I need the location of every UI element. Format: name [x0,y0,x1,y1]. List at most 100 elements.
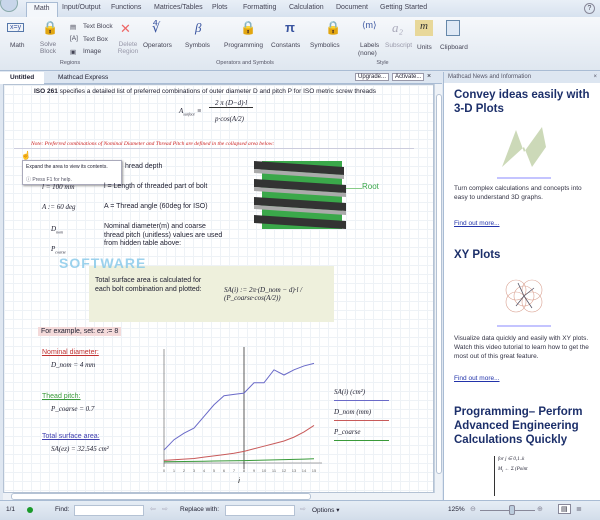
find-prev-icon[interactable]: ⇦ [150,505,156,513]
help-button[interactable]: ? [584,3,595,14]
series-line [163,425,315,461]
units-button[interactable]: Units [417,44,432,51]
legend-entry: SA(i) (cm²) [334,385,389,401]
replace-input[interactable] [225,505,295,516]
replace-icon[interactable]: ⇨ [300,505,306,513]
total-area-label: Total surface area: [42,433,100,440]
example-setting: For example, set: ez := 8 [38,327,122,336]
solve-block-button[interactable]: Solve Block [38,41,58,55]
x-tick-label: 15 [312,468,317,473]
watermark-logo: SOFTWARE [59,255,147,271]
scroll-thumb[interactable] [436,94,442,474]
clipboard-button[interactable]: Clipboard [440,44,468,51]
horizontal-scrollbar[interactable] [3,493,442,500]
page-view-icon[interactable]: ▤ [558,504,571,514]
zoom-slider[interactable] [480,510,535,511]
programming-thumbnail: for j ∈ 0,1..k Mi ← Σ (Point [494,456,554,496]
symbols-button[interactable]: Symbols [185,42,210,49]
news-text: Turn complex calculations and concepts i… [454,185,582,201]
nominal-diameter-value: D_nom = 4 mm [51,361,96,369]
total-area-value: SA(ez) = 32.545 cm² [51,445,109,453]
tab-functions[interactable]: Functions [111,4,141,11]
find-input[interactable] [74,505,144,516]
pi-icon: π [285,20,295,35]
programming-button[interactable]: Programming [224,42,263,49]
ribbon: x=y Math 🔒 Solve Block ▤ Text Block [A] Te… [0,17,600,71]
tab-formatting[interactable]: Formatting [243,4,276,11]
labels-button[interactable]: Labels [360,42,379,49]
news-heading: Programming– Perform Advanced Engineerin… [454,406,583,446]
group-regions: Regions [59,60,81,66]
find-out-more-link[interactable]: Find out more... [454,220,500,227]
activate-button[interactable]: Activate... [392,73,425,81]
labels-select[interactable]: (none) [358,50,377,57]
panel-title: Mathcad News and Information × [444,72,600,83]
close-icon[interactable]: × [427,73,431,80]
tab-mathcad-express[interactable]: Mathcad Express [58,74,108,81]
constants-button[interactable]: Constants [271,42,300,49]
subscript-icon: a₂ [392,20,404,35]
math-button[interactable]: Math [10,42,24,49]
text-block-icon: ▤ [70,24,77,31]
image-button[interactable]: Image [83,48,101,55]
image-icon: ▣ [70,49,77,56]
scroll-thumb[interactable] [11,493,311,500]
find-out-more-link[interactable]: Find out more... [454,375,500,382]
news-panel: Mathcad News and Information × Convey ide… [443,72,600,500]
options-button[interactable]: Options ▾ [312,506,339,514]
x-tick-label: 1 [173,468,176,473]
vertical-scrollbar[interactable] [434,84,442,493]
zoom-out-button[interactable]: ⊖ [470,505,476,513]
operators-button[interactable]: Operators [143,42,172,49]
plot-legend: SA(i) (cm²) D_nom (mm) P_coarse [334,385,389,445]
operators-icon: ∜ [152,20,161,35]
formula-denominator: p·cos(A/2) [215,115,244,123]
find-next-icon[interactable]: ⇨ [162,505,168,513]
x-tick-label: 5 [213,468,216,473]
zoom-slider-thumb[interactable] [509,505,515,515]
A-description: A = Thread angle (60deg for ISO) [104,203,208,210]
text-box-icon: [A] [70,35,78,42]
tab-math[interactable]: Math [26,2,58,17]
upgrade-button[interactable]: Upgrade... [355,73,390,81]
tooltip-text: Expand the area to view its contents. [26,164,108,170]
sa-description: Total surface area is calculated for eac… [95,277,202,293]
x-tick-label: 7 [233,468,236,473]
x-tick-label: 2 [183,468,186,473]
zoom-in-button[interactable]: ⊕ [537,505,543,513]
x-tick-label: 11 [272,468,277,473]
x-tick-label: 0 [163,468,166,473]
root-leader-line [346,188,362,189]
xy-plot[interactable]: 0 1 2 3 4 5 6 7 8 9 10 11 12 13 14 15i [149,345,329,485]
x-tick-label: 3 [193,468,196,473]
tab-untitled[interactable]: Untitled [0,72,45,84]
3d-plot-thumbnail [497,127,551,179]
worksheet[interactable]: ISO 261 specifies a detailed list of pre… [3,84,434,493]
tab-plots[interactable]: Plots [212,4,228,11]
text-box-button[interactable]: Text Box [83,36,108,43]
tab-getting-started[interactable]: Getting Started [380,4,427,11]
app-menu-button[interactable] [0,0,18,12]
symbols-icon: β [195,20,202,35]
tab-matrices-tables[interactable]: Matrices/Tables [154,4,203,11]
sa-formula: SA(i) := 2π·(D_nom − d)·l / (P_coarse·co… [224,286,303,302]
formula-numerator: 2 π (D−d)·l [209,99,254,108]
draft-view-icon[interactable]: ≣ [576,505,582,513]
math-region-icon: x=y [7,23,25,32]
tab-document[interactable]: Document [336,4,368,11]
close-icon[interactable]: × [593,74,597,80]
x-tick-label: 10 [262,468,267,473]
thread-pitch-value: P_coarse = 0.7 [51,405,95,413]
text-block-button[interactable]: Text Block [83,23,113,30]
group-operators-symbols: Operators and Symbols [216,60,274,66]
delete-region-icon: ✕ [120,21,131,36]
units-icon: m [415,20,433,36]
document-tabs: Untitled Mathcad Express Upgrade... Acti… [0,72,442,84]
symbolics-button[interactable]: Symbolics [310,42,340,49]
tab-calculation[interactable]: Calculation [289,4,324,11]
find-label: Find: [55,506,70,513]
tab-input-output[interactable]: Input/Output [62,4,101,11]
series-line [163,362,315,451]
collapsed-area-divider[interactable] [14,148,414,149]
legend-entry: P_coarse [334,425,389,441]
